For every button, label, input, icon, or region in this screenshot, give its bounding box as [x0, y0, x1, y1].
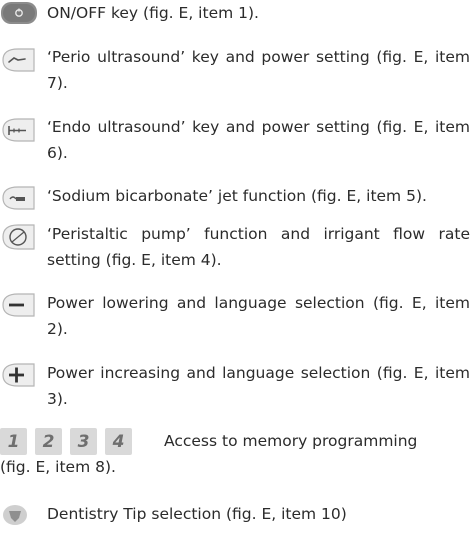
peristaltic-pump-key-icon — [0, 223, 36, 255]
memory-text: Access to memory programming — [164, 432, 418, 450]
memory-key-1: 1 — [0, 428, 27, 455]
power-lowering-key-icon — [0, 292, 36, 322]
endo-ultrasound-key-icon — [0, 117, 36, 147]
legend-item-power-increasing: Power increasing and language selection … — [0, 360, 473, 412]
legend-item-text: ON/OFF key (fig. E, item 1). — [47, 4, 259, 22]
legend-item-perio-ultrasound: ‘Perio ultrasound’ key and power setting… — [0, 44, 473, 96]
legend-item-text: Dentistry Tip selection (fig. E, item 10… — [47, 505, 347, 523]
memory-key-2: 2 — [35, 428, 62, 455]
power-increasing-key-icon — [0, 362, 36, 392]
legend-item-peristaltic-pump: ‘Peristaltic pump’ function and irrigant… — [0, 221, 473, 273]
legend-item-endo-ultrasound: ‘Endo ultrasound’ key and power setting … — [0, 114, 473, 166]
legend-item-text: ‘Perio ultrasound’ key and power setting… — [47, 48, 470, 92]
legend-item-sodium-bicarbonate: ‘Sodium bicarbonate’ jet function (fig. … — [0, 183, 473, 210]
legend-item-text: Power increasing and language selection … — [47, 364, 470, 408]
legend-item-power-lowering: Power lowering and language selection (f… — [0, 290, 473, 342]
legend-item-on-off: ON/OFF key (fig. E, item 1). — [0, 0, 473, 26]
legend-item-text: ‘Sodium bicarbonate’ jet function (fig. … — [47, 187, 427, 205]
legend-item-memory: 1 2 3 4 Access to memory programming (fi… — [0, 428, 473, 484]
legend-item-dentistry-tip: Dentistry Tip selection (fig. E, item 10… — [0, 501, 473, 527]
sodium-bicarbonate-key-icon — [0, 185, 36, 215]
key-legend-list: ON/OFF key (fig. E, item 1). ‘Perio ultr… — [0, 0, 473, 539]
memory-keys: 1 2 3 4 — [0, 428, 132, 456]
perio-ultrasound-key-icon — [0, 47, 36, 77]
memory-key-4: 4 — [105, 428, 132, 455]
legend-item-text: Power lowering and language selection (f… — [47, 294, 470, 338]
on-off-key-icon — [0, 1, 38, 29]
memory-key-3: 3 — [70, 428, 97, 455]
legend-item-text: ‘Peristaltic pump’ function and irrigant… — [47, 225, 470, 269]
memory-text-continued: (fig. E, item 8). — [0, 458, 116, 476]
dentistry-tip-key-icon — [2, 503, 36, 531]
legend-item-text: ‘Endo ultrasound’ key and power setting … — [47, 118, 470, 162]
